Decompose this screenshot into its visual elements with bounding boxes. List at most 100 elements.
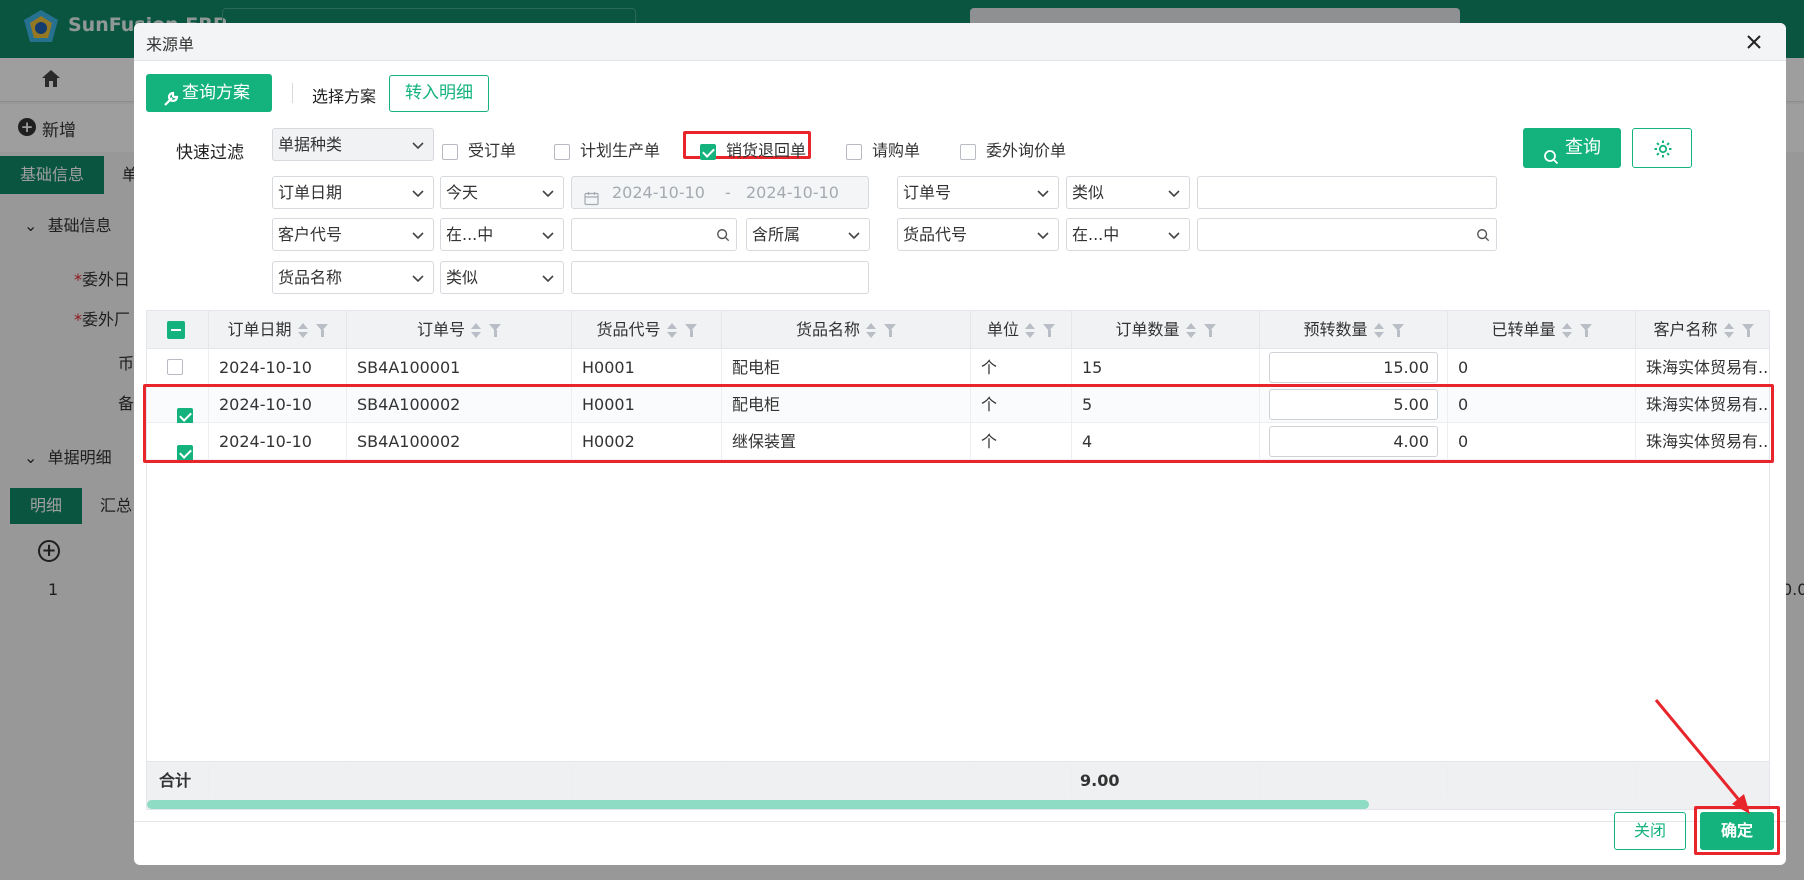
sort-icon[interactable]	[1373, 322, 1384, 340]
checkbox-purchase-request[interactable]	[846, 143, 862, 160]
filter-op-order-no[interactable]: 类似	[1066, 176, 1190, 209]
search-button[interactable]: 查询	[1523, 128, 1621, 168]
filter-field-order-no[interactable]: 订单号	[897, 176, 1059, 209]
filter-field-item-code[interactable]: 货品代号	[897, 218, 1059, 251]
cell-order-date: 2024-10-10	[209, 349, 347, 386]
total-label: 合计	[147, 762, 209, 800]
sort-icon[interactable]	[1025, 322, 1035, 340]
chevron-down-icon	[412, 275, 424, 283]
select-plan-label[interactable]: 选择方案	[312, 83, 376, 107]
col-order-qty-label: 订单数量	[1115, 320, 1180, 339]
filter-icon[interactable]	[489, 323, 501, 338]
filter-date-range-select[interactable]: 今天	[440, 176, 564, 209]
filter-field-order-date[interactable]: 订单日期	[272, 176, 434, 209]
filter-scope-select[interactable]: 含所属	[746, 218, 870, 251]
total-spacer	[722, 762, 971, 800]
filter-op-item-code-value: 在...中	[1072, 225, 1120, 244]
chevron-down-icon	[1037, 190, 1049, 198]
filter-icon[interactable]	[315, 323, 328, 338]
row-checkbox[interactable]	[167, 359, 183, 375]
chevron-down-icon	[412, 190, 424, 198]
filter-op-item-code[interactable]: 在...中	[1066, 218, 1190, 251]
sort-icon[interactable]	[297, 322, 308, 340]
horizontal-scrollbar[interactable]	[147, 799, 1769, 809]
pre-qty-input[interactable]: 15.00	[1269, 352, 1438, 383]
sort-icon[interactable]	[1185, 322, 1196, 340]
filter-icon[interactable]	[1203, 323, 1216, 338]
cell-customer: 珠海实体贸易有...	[1646, 358, 1770, 377]
doc-type-option-1[interactable]: 受订单	[442, 137, 516, 161]
filter-icon[interactable]	[1579, 323, 1592, 338]
filter-value-order-no[interactable]	[1197, 176, 1497, 209]
filter-field-item-name[interactable]: 货品名称	[272, 261, 434, 294]
col-order-no[interactable]: 订单号	[347, 311, 572, 349]
filter-icon[interactable]	[1043, 323, 1055, 338]
search-icon[interactable]	[716, 228, 730, 242]
table-row[interactable]: 2024-10-10 SB4A100001 H0001 配电柜 个 15 15.…	[147, 349, 1770, 386]
doc-type-option-2[interactable]: 计划生产单	[554, 137, 660, 161]
doc-type-option-3[interactable]: 销货退回单	[700, 137, 806, 161]
checkbox-sales-return[interactable]	[700, 143, 716, 160]
dialog-title-bar: 来源单	[134, 23, 1786, 61]
source-document-dialog: 来源单 查询方案 选择方案 转入明细 快速过滤 单据种类 受订单 计划生产单 销…	[134, 23, 1786, 865]
col-unit[interactable]: 单位	[971, 311, 1072, 349]
filter-date-range-value: 今天	[446, 183, 479, 202]
filter-op-item-name[interactable]: 类似	[440, 261, 564, 294]
transfer-detail-button[interactable]: 转入明细	[389, 75, 489, 112]
doc-type-option-5[interactable]: 委外询价单	[960, 137, 1066, 161]
col-order-date[interactable]: 订单日期	[209, 311, 347, 349]
total-spacer	[572, 762, 722, 800]
select-all-checkbox[interactable]	[167, 321, 185, 339]
filter-icon[interactable]	[884, 323, 896, 338]
filter-icon[interactable]	[1391, 323, 1404, 338]
filter-op-customer-code[interactable]: 在...中	[440, 218, 564, 251]
checkbox-plan-production[interactable]	[554, 143, 570, 160]
select-all-cell	[147, 311, 209, 349]
query-plan-button[interactable]: 查询方案	[146, 74, 272, 112]
sort-icon[interactable]	[1723, 322, 1734, 340]
doc-type-option-1-label: 受订单	[468, 141, 517, 160]
doc-type-option-5-label: 委外询价单	[986, 141, 1067, 160]
sort-icon[interactable]	[471, 322, 481, 340]
col-customer[interactable]: 客户名称	[1636, 311, 1769, 349]
calendar-icon	[584, 185, 599, 206]
doc-type-select-value: 单据种类	[278, 135, 343, 154]
chevron-down-icon	[1037, 232, 1049, 240]
dialog-footer-divider	[134, 821, 1786, 822]
filter-field-order-no-value: 订单号	[903, 183, 952, 202]
doc-type-select[interactable]: 单据种类	[272, 128, 434, 161]
col-customer-label: 客户名称	[1653, 320, 1718, 339]
date-range-picker[interactable]: 2024-10-10 - 2024-10-10	[571, 176, 869, 209]
close-icon[interactable]	[1744, 32, 1764, 52]
col-item-name[interactable]: 货品名称	[722, 311, 971, 349]
filter-value-customer-code[interactable]	[571, 218, 737, 251]
highlight-box-selected-rows	[143, 384, 1774, 463]
sort-icon[interactable]	[666, 322, 677, 340]
filter-icon[interactable]	[1741, 323, 1754, 338]
search-icon[interactable]	[1476, 228, 1490, 242]
chevron-down-icon	[542, 190, 554, 198]
filter-value-item-code[interactable]	[1197, 218, 1497, 251]
sort-icon[interactable]	[866, 322, 876, 340]
checkbox-order[interactable]	[442, 143, 458, 160]
sort-icon[interactable]	[1561, 322, 1572, 340]
doc-type-option-2-label: 计划生产单	[580, 141, 661, 160]
scrollbar-thumb[interactable]	[147, 800, 1369, 809]
grid-header: 订单日期 订单号 货品代号 货品名称 单位 订单数量 预转数量 已转单量 客户名…	[147, 311, 1769, 349]
filter-field-customer-code[interactable]: 客户代号	[272, 218, 434, 251]
doc-type-option-4[interactable]: 请购单	[846, 137, 920, 161]
filter-field-order-date-value: 订单日期	[278, 183, 343, 202]
chevron-down-icon	[412, 142, 424, 150]
col-done-qty-label: 已转单量	[1491, 320, 1556, 339]
col-item-code[interactable]: 货品代号	[572, 311, 722, 349]
filter-field-item-name-value: 货品名称	[278, 268, 343, 287]
col-pre-qty[interactable]: 预转数量	[1260, 311, 1448, 349]
filter-value-item-name[interactable]	[571, 261, 869, 294]
filter-icon[interactable]	[684, 323, 697, 338]
query-plan-label: 查询方案	[182, 83, 250, 103]
checkbox-outsource-inquiry[interactable]	[960, 143, 976, 160]
total-spacer	[1448, 762, 1636, 800]
settings-button[interactable]	[1632, 128, 1692, 168]
col-done-qty[interactable]: 已转单量	[1448, 311, 1636, 349]
col-order-qty[interactable]: 订单数量	[1072, 311, 1260, 349]
